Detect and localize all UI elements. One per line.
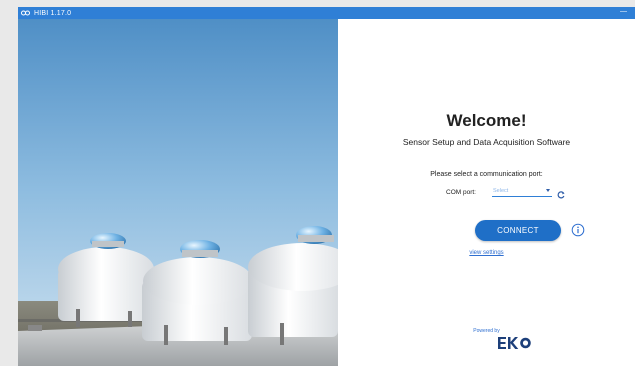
com-port-select-value: Select — [493, 188, 509, 194]
welcome-panel: Welcome! Sensor Setup and Data Acquisiti… — [338, 19, 635, 366]
app-icon — [21, 10, 30, 16]
com-port-select[interactable]: Select — [492, 187, 552, 197]
app-subtitle: Sensor Setup and Data Acquisition Softwa… — [402, 137, 571, 147]
window-title: HIBI 1.17.0 — [34, 9, 72, 17]
sensor-photo — [18, 19, 338, 366]
minimize-button[interactable]: — — [620, 8, 627, 15]
chevron-down-icon — [546, 189, 550, 192]
powered-by-label: Powered by — [473, 328, 500, 334]
app-window: HIBI 1.17.0 — Welcome! Sensor Setup and … — [18, 7, 635, 366]
connect-button[interactable]: CONNECT — [475, 220, 561, 241]
title-bar: HIBI 1.17.0 — — [18, 7, 635, 19]
refresh-icon[interactable] — [556, 187, 566, 199]
port-prompt: Please select a communication port: — [430, 171, 543, 178]
eko-logo — [496, 336, 536, 350]
com-port-label: COM port: — [446, 189, 476, 196]
welcome-heading: Welcome! — [446, 111, 527, 130]
info-icon[interactable] — [571, 223, 585, 237]
view-settings-link[interactable]: view settings — [338, 250, 635, 256]
